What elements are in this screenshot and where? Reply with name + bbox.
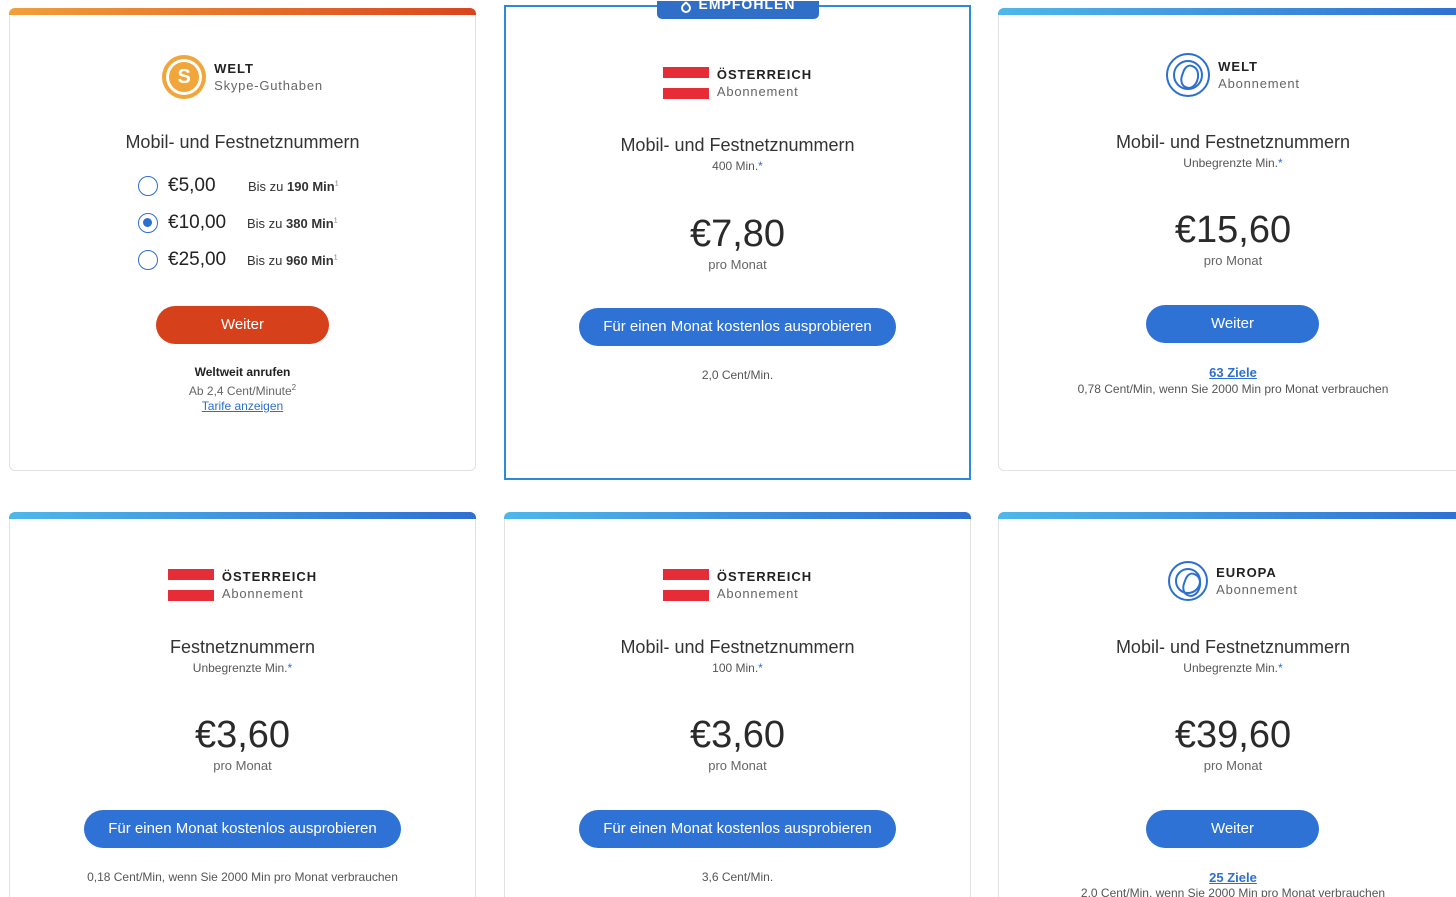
austria-landline-card: ÖSTERREICH Abonnement Festnetznummern Un… [9, 512, 476, 897]
card-title: Mobil- und Festnetznummern [125, 132, 360, 152]
card-accent-bar [998, 512, 1456, 519]
card-header: ÖSTERREICH Abonnement [505, 569, 970, 602]
credit-option-25[interactable]: €25,00 Bis zu 960 Min1 [138, 248, 338, 272]
minutes-label: Unbegrenzte Min.* [1183, 661, 1283, 675]
card-header: ÖSTERREICH Abonnement [10, 569, 475, 602]
card-kind: Abonnement [1216, 582, 1298, 597]
card-header: WELT Abonnement [999, 53, 1456, 97]
card-header: S WELT Skype-Guthaben [10, 55, 475, 99]
minutes-label: Unbegrenzte Min.* [1183, 156, 1283, 170]
card-kind: Abonnement [221, 586, 304, 601]
minutes-label: Unbegrenzte Min.* [192, 661, 293, 675]
card-region: WELT [1218, 59, 1258, 74]
card-title: Mobil- und Festnetznummern [620, 135, 855, 155]
rate-note: 3,6 Cent/Min. [701, 870, 774, 884]
card-title: Mobil- und Festnetznummern [1115, 132, 1351, 152]
credit-minutes: Bis zu 960 Min1 [247, 252, 338, 268]
price-period: pro Monat [213, 758, 272, 773]
rate-note: 0,18 Cent/Min, wenn Sie 2000 Min pro Mon… [87, 870, 398, 884]
tag-icon [678, 1, 693, 16]
credit-amount: €5,00 [168, 175, 216, 196]
card-kind: Abonnement [716, 586, 799, 601]
rate-note: 2,0 Cent/Min. [701, 368, 774, 382]
austria-flag-icon [167, 569, 214, 602]
rate-note: Ab 2,4 Cent/Minute2 [188, 383, 297, 398]
continue-button[interactable]: Weiter [156, 306, 329, 344]
world-call-label: Weltweit anrufen [194, 365, 291, 379]
radio-button-selected[interactable] [138, 213, 158, 233]
globe-icon [1166, 53, 1211, 97]
price: €7,80 [689, 213, 786, 255]
card-region: ÖSTERREICH [221, 569, 318, 584]
skype-credit-card: S WELT Skype-Guthaben Mobil- und Festnet… [9, 8, 476, 471]
price: €3,60 [194, 714, 291, 756]
austria-100min-card: ÖSTERREICH Abonnement Mobil- und Festnet… [504, 512, 971, 897]
europe-subscription-card: EUROPA Abonnement Mobil- und Festnetznum… [998, 512, 1456, 897]
card-region: ÖSTERREICH [716, 67, 813, 82]
continue-button[interactable]: Weiter [1146, 305, 1319, 343]
credit-amount: €10,00 [168, 212, 227, 233]
free-trial-button[interactable]: Für einen Monat kostenlos ausprobieren [579, 308, 896, 346]
card-region: ÖSTERREICH [716, 569, 813, 584]
price: €3,60 [689, 714, 786, 756]
card-title: Mobil- und Festnetznummern [1115, 637, 1351, 657]
card-header: ÖSTERREICH Abonnement [506, 67, 969, 100]
free-trial-button[interactable]: Für einen Monat kostenlos ausprobieren [579, 810, 896, 848]
austria-flag-icon [662, 569, 709, 602]
card-title: Festnetznummern [169, 637, 316, 657]
austria-featured-card: EMPFOHLEN ÖSTERREICH Abonnement Mobil- u… [504, 1, 971, 480]
card-kind: Abonnement [1218, 76, 1300, 91]
card-region: EUROPA [1216, 565, 1277, 580]
rate-note: 2,0 Cent/Min, wenn Sie 2000 Min pro Mona… [1080, 886, 1386, 897]
destinations-link[interactable]: 63 Ziele [999, 365, 1456, 380]
radio-button[interactable] [138, 250, 158, 270]
price-period: pro Monat [708, 257, 767, 272]
card-kind: Skype-Guthaben [214, 78, 323, 93]
skype-credit-icon: S [162, 55, 207, 99]
card-header: EUROPA Abonnement [999, 561, 1456, 601]
continue-button[interactable]: Weiter [1146, 810, 1319, 848]
globe-icon [1168, 561, 1209, 601]
show-rates-link[interactable]: Tarife anzeigen [10, 399, 475, 413]
recommended-ribbon: EMPFOHLEN [657, 1, 819, 19]
price-period: pro Monat [1203, 253, 1263, 268]
card-accent-bar [504, 512, 971, 519]
price-period: pro Monat [708, 758, 767, 773]
credit-option-10[interactable]: €10,00 Bis zu 380 Min1 [138, 211, 338, 235]
rate-note: 0,78 Cent/Min, wenn Sie 2000 Min pro Mon… [1077, 382, 1389, 396]
card-accent-bar [9, 8, 476, 15]
minutes-label: 400 Min.* [712, 159, 763, 173]
minutes-label: 100 Min.* [712, 661, 763, 675]
card-accent-bar [998, 8, 1456, 15]
austria-flag-icon [662, 67, 709, 100]
card-title: Mobil- und Festnetznummern [620, 637, 855, 657]
free-trial-button[interactable]: Für einen Monat kostenlos ausprobieren [84, 810, 401, 848]
price-period: pro Monat [1203, 758, 1263, 773]
credit-minutes: Bis zu 380 Min1 [247, 215, 338, 231]
destinations-link[interactable]: 25 Ziele [999, 870, 1456, 885]
world-subscription-card: WELT Abonnement Mobil- und Festnetznumme… [998, 8, 1456, 471]
card-accent-bar [9, 512, 476, 519]
radio-button[interactable] [138, 176, 158, 196]
credit-minutes: Bis zu 190 Min1 [248, 178, 339, 194]
card-kind: Abonnement [716, 84, 799, 99]
credit-amount: €25,00 [168, 249, 227, 270]
credit-option-5[interactable]: €5,00 Bis zu 190 Min1 [138, 174, 339, 198]
price: €39,60 [1174, 714, 1292, 756]
card-region: WELT [214, 61, 254, 76]
price: €15,60 [1174, 209, 1292, 251]
